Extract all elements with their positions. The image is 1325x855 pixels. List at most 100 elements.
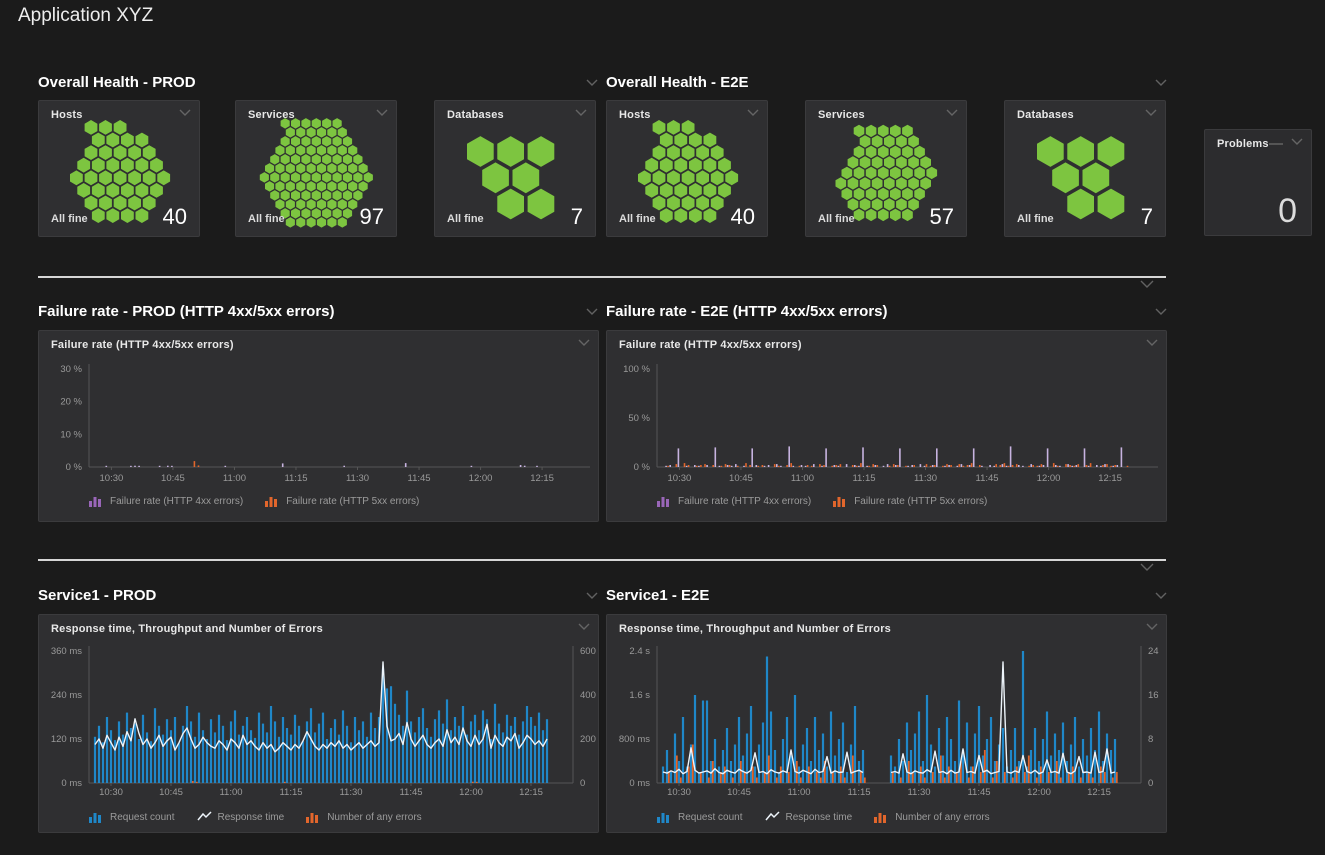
svg-text:11:30: 11:30 bbox=[914, 473, 937, 484]
bar-series-icon bbox=[874, 811, 889, 823]
section-header-failure-e2e: Failure rate - E2E (HTTP 4xx/5xx errors) bbox=[606, 301, 1167, 321]
status-label: All fine bbox=[818, 213, 855, 225]
tile-title: Services bbox=[818, 109, 865, 121]
bar-series-icon bbox=[265, 495, 280, 507]
health-tile-databases-e2e[interactable]: Databases All fine 7 bbox=[1004, 100, 1166, 237]
line-series-icon bbox=[765, 811, 780, 823]
legend-item[interactable]: Failure rate (HTTP 5xx errors) bbox=[833, 495, 987, 507]
problems-tile[interactable]: Problems 0 bbox=[1204, 129, 1312, 236]
problems-count: 0 bbox=[1278, 192, 1297, 231]
legend-item[interactable]: Failure rate (HTTP 4xx errors) bbox=[657, 495, 811, 507]
svg-text:12:15: 12:15 bbox=[519, 787, 543, 798]
health-tile-hosts-e2e[interactable]: Hosts All fine40 bbox=[606, 100, 768, 237]
chart-legend: Request count Response time Number of any … bbox=[657, 811, 990, 823]
section-title: Overall Health - E2E bbox=[606, 74, 749, 91]
chevron-down-icon[interactable] bbox=[586, 79, 598, 86]
failure-rate-chart[interactable]: 0 %50 %100 %10:3010:4511:0011:1511:3011:… bbox=[607, 355, 1168, 495]
legend-label: Failure rate (HTTP 4xx errors) bbox=[110, 496, 243, 507]
tile-title: Databases bbox=[1017, 109, 1074, 121]
chart-legend: Failure rate (HTTP 4xx errors) Failure ra… bbox=[657, 495, 987, 507]
svg-text:11:15: 11:15 bbox=[284, 473, 307, 484]
line-series-icon bbox=[197, 811, 212, 823]
bar-series-icon bbox=[657, 811, 672, 823]
chevron-down-icon[interactable] bbox=[1140, 563, 1154, 571]
chevron-down-icon[interactable] bbox=[747, 109, 759, 116]
svg-text:0 %: 0 % bbox=[634, 462, 651, 473]
chevron-down-icon[interactable] bbox=[1145, 109, 1157, 116]
service1-e2e-tile[interactable]: Response time, Throughput and Number of … bbox=[606, 614, 1167, 833]
bar-series-icon bbox=[89, 811, 104, 823]
svg-text:10:30: 10:30 bbox=[99, 787, 123, 798]
legend-label: Number of any errors bbox=[327, 812, 421, 823]
legend-item[interactable]: Response time bbox=[765, 811, 853, 823]
chevron-down-icon[interactable] bbox=[1146, 339, 1158, 346]
legend-item[interactable]: Number of any errors bbox=[874, 811, 989, 823]
svg-text:11:15: 11:15 bbox=[852, 473, 875, 484]
svg-text:0 %: 0 % bbox=[66, 462, 83, 473]
chevron-down-icon[interactable] bbox=[1146, 623, 1158, 630]
health-tile-services-prod[interactable]: Services All fine97 bbox=[235, 100, 397, 237]
svg-text:24: 24 bbox=[1148, 646, 1159, 657]
chevron-down-icon[interactable] bbox=[1140, 280, 1154, 288]
legend-item[interactable]: Failure rate (HTTP 5xx errors) bbox=[265, 495, 419, 507]
svg-text:12:00: 12:00 bbox=[469, 473, 493, 484]
chevron-down-icon[interactable] bbox=[578, 339, 590, 346]
svg-text:11:00: 11:00 bbox=[223, 473, 246, 484]
svg-text:11:00: 11:00 bbox=[219, 787, 242, 798]
legend-item[interactable]: Request count bbox=[89, 811, 175, 823]
svg-text:8: 8 bbox=[1148, 734, 1153, 745]
bar-series-icon bbox=[89, 495, 104, 507]
svg-text:2.4 s: 2.4 s bbox=[629, 646, 650, 657]
service-metrics-chart[interactable]: 0 ms120 ms240 ms360 ms020040060010:3010:… bbox=[39, 645, 600, 817]
failure-rate-chart[interactable]: 0 %10 %20 %30 %10:3010:4511:0011:1511:30… bbox=[39, 355, 600, 495]
chevron-down-icon[interactable] bbox=[1291, 138, 1303, 145]
section-divider bbox=[38, 559, 1166, 561]
chevron-down-icon[interactable] bbox=[575, 109, 587, 116]
chevron-down-icon[interactable] bbox=[1155, 308, 1167, 315]
failure-rate-prod-tile[interactable]: Failure rate (HTTP 4xx/5xx errors) 0 %10… bbox=[38, 330, 599, 522]
chevron-down-icon[interactable] bbox=[376, 109, 388, 116]
section-title: Failure rate - E2E (HTTP 4xx/5xx errors) bbox=[606, 303, 888, 320]
health-tile-databases-prod[interactable]: Databases All fine7 bbox=[434, 100, 596, 237]
tile-title: Hosts bbox=[619, 109, 651, 121]
legend-item[interactable]: Number of any errors bbox=[306, 811, 421, 823]
chevron-down-icon[interactable] bbox=[578, 623, 590, 630]
legend-item[interactable]: Failure rate (HTTP 4xx errors) bbox=[89, 495, 243, 507]
legend-item[interactable]: Request count bbox=[657, 811, 743, 823]
svg-text:12:00: 12:00 bbox=[1037, 473, 1061, 484]
section-title: Failure rate - PROD (HTTP 4xx/5xx errors… bbox=[38, 303, 335, 320]
service1-prod-tile[interactable]: Response time, Throughput and Number of … bbox=[38, 614, 599, 833]
svg-text:11:45: 11:45 bbox=[407, 473, 430, 484]
chevron-down-icon[interactable] bbox=[1155, 79, 1167, 86]
chevron-down-icon[interactable] bbox=[946, 109, 958, 116]
entity-count: 7 bbox=[1141, 204, 1153, 230]
service-metrics-chart[interactable]: 0 ms800 ms1.6 s2.4 s08162410:3010:4511:0… bbox=[607, 645, 1168, 817]
status-label: All fine bbox=[1017, 213, 1054, 225]
chevron-down-icon[interactable] bbox=[586, 592, 598, 599]
chart-legend: Failure rate (HTTP 4xx errors) Failure ra… bbox=[89, 495, 419, 507]
tile-title: Hosts bbox=[51, 109, 83, 121]
tile-title: Response time, Throughput and Number of … bbox=[619, 623, 891, 635]
svg-text:10:30: 10:30 bbox=[100, 473, 124, 484]
svg-text:200: 200 bbox=[580, 734, 596, 745]
svg-text:10:45: 10:45 bbox=[161, 473, 185, 484]
svg-text:50 %: 50 % bbox=[628, 413, 650, 424]
tile-title: Failure rate (HTTP 4xx/5xx errors) bbox=[619, 339, 802, 351]
bar-series-icon bbox=[306, 811, 321, 823]
health-tile-services-e2e[interactable]: Services All fine57 bbox=[805, 100, 967, 237]
tile-title: Databases bbox=[447, 109, 504, 121]
chevron-down-icon[interactable] bbox=[1155, 592, 1167, 599]
svg-text:12:15: 12:15 bbox=[1087, 787, 1111, 798]
svg-text:10 %: 10 % bbox=[60, 429, 82, 440]
failure-rate-e2e-tile[interactable]: Failure rate (HTTP 4xx/5xx errors) 0 % 50… bbox=[606, 330, 1167, 522]
svg-text:30 %: 30 % bbox=[60, 364, 82, 375]
health-tile-hosts-prod[interactable]: Hosts All fine40 bbox=[38, 100, 200, 237]
svg-text:0: 0 bbox=[580, 778, 585, 789]
legend-item[interactable]: Response time bbox=[197, 811, 285, 823]
svg-text:10:45: 10:45 bbox=[727, 787, 751, 798]
svg-text:0: 0 bbox=[1148, 778, 1153, 789]
section-header-failure-prod: Failure rate - PROD (HTTP 4xx/5xx errors… bbox=[38, 301, 598, 321]
chevron-down-icon[interactable] bbox=[586, 308, 598, 315]
chevron-down-icon[interactable] bbox=[179, 109, 191, 116]
svg-text:10:30: 10:30 bbox=[668, 473, 692, 484]
